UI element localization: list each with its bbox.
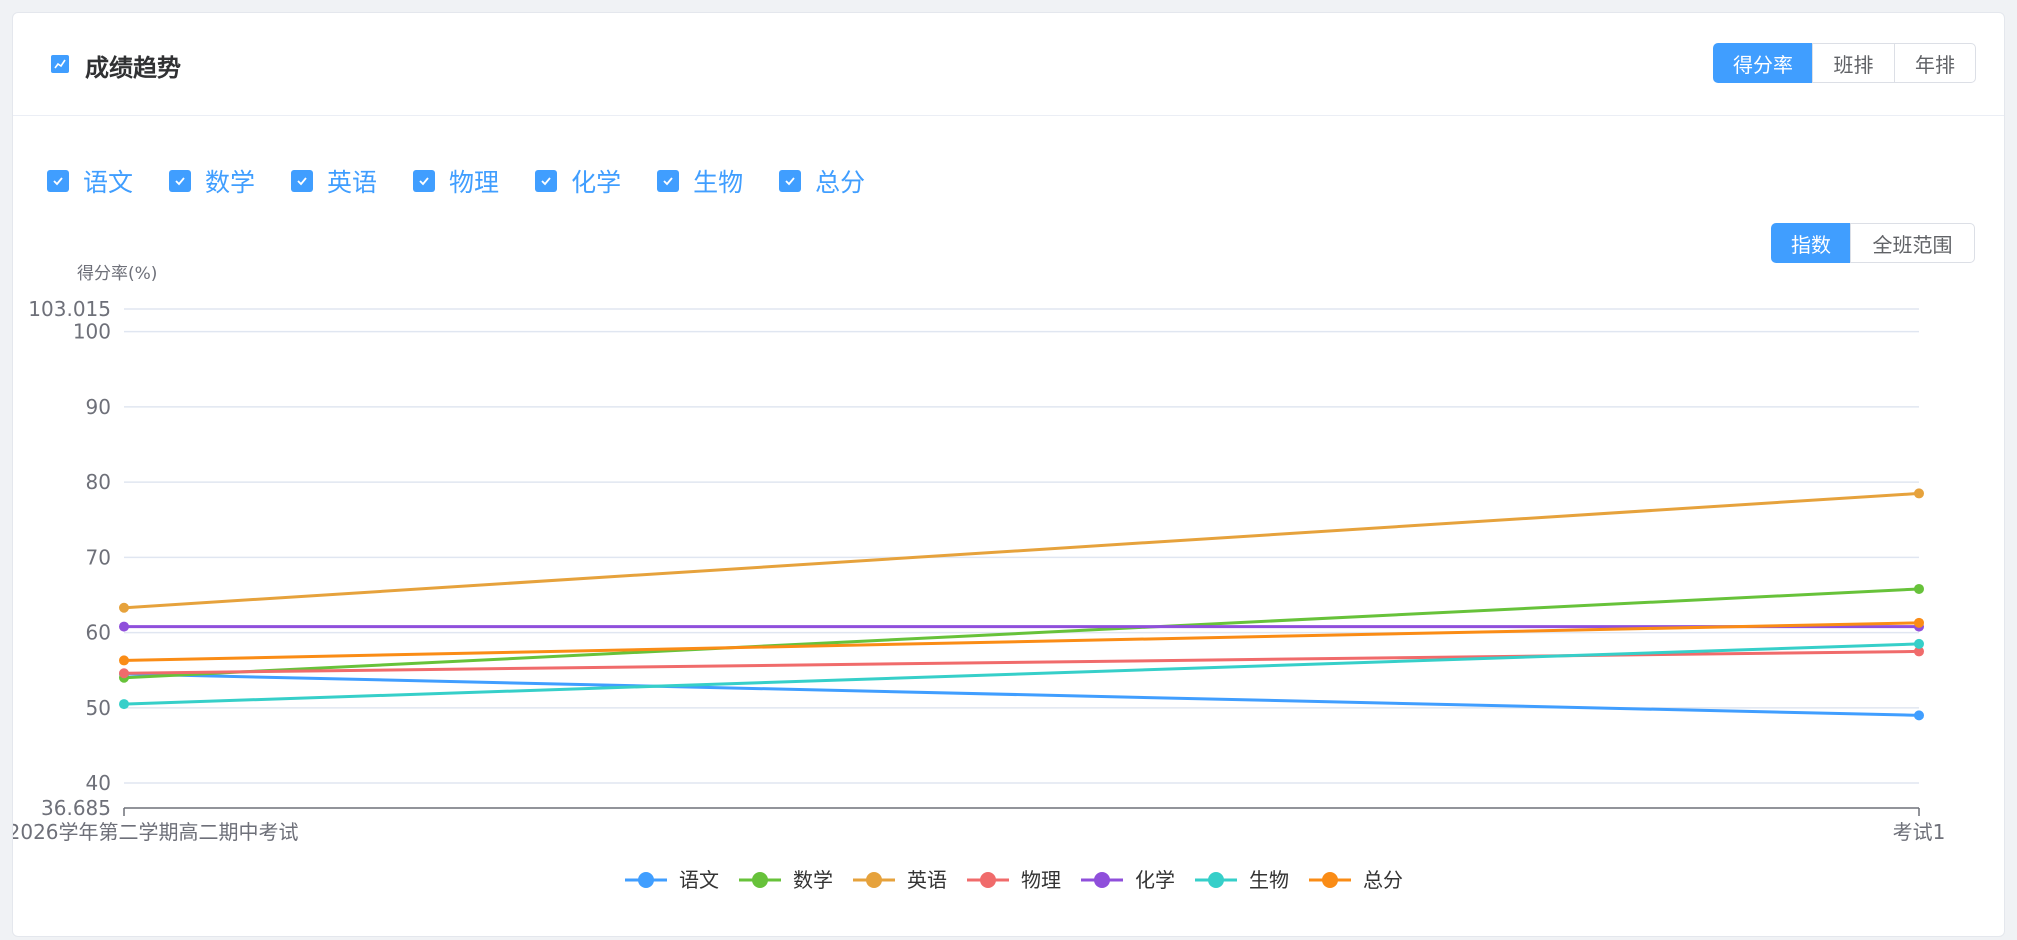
series-line bbox=[123, 491, 1920, 610]
y-tick-label: 103.015 bbox=[28, 297, 111, 321]
legend-item-label[interactable]: 物理 bbox=[1021, 868, 1061, 892]
y-tick-label: 70 bbox=[86, 545, 111, 569]
data-point[interactable] bbox=[119, 621, 129, 632]
y-axis-label: 得分率(%) bbox=[77, 264, 157, 284]
data-point[interactable] bbox=[1914, 583, 1924, 594]
legend-item-label[interactable]: 总分 bbox=[1363, 868, 1403, 892]
legend-swatch-dot[interactable] bbox=[638, 872, 654, 888]
legend-item-label[interactable]: 数学 bbox=[793, 868, 833, 892]
y-tick-label: 60 bbox=[86, 621, 111, 645]
legend-item-label[interactable]: 英语 bbox=[907, 868, 947, 892]
data-point[interactable] bbox=[119, 602, 129, 613]
legend-swatch-dot[interactable] bbox=[752, 872, 768, 888]
x-tick-label: 考试1 bbox=[1893, 820, 1946, 844]
data-point[interactable] bbox=[119, 668, 129, 679]
legend-swatch-dot[interactable] bbox=[866, 872, 882, 888]
data-point[interactable] bbox=[1914, 638, 1924, 649]
x-tick-label: 2025-2026学年第二学期高二期中考试 bbox=[13, 820, 299, 844]
legend-item-label[interactable]: 语文 bbox=[679, 868, 719, 892]
y-tick-label: 80 bbox=[86, 470, 111, 494]
data-point[interactable] bbox=[1914, 710, 1924, 721]
legend-item-label[interactable]: 化学 bbox=[1135, 868, 1175, 892]
data-point[interactable] bbox=[1914, 617, 1924, 628]
y-tick-label: 50 bbox=[86, 696, 111, 720]
series-line bbox=[123, 587, 1920, 680]
y-tick-label: 90 bbox=[86, 395, 111, 419]
legend-swatch-dot[interactable] bbox=[980, 872, 996, 888]
y-tick-label: 100 bbox=[73, 320, 111, 344]
data-point[interactable] bbox=[1914, 488, 1924, 499]
data-point[interactable] bbox=[119, 655, 129, 666]
legend-item-label[interactable]: 生物 bbox=[1249, 868, 1289, 892]
data-point[interactable] bbox=[119, 699, 129, 710]
score-trend-card: 成绩趋势 得分率 班排 年排 语文 数学 英语 物理 化学 生物 总分 指数 全… bbox=[12, 12, 2005, 937]
y-tick-label: 36.685 bbox=[41, 796, 111, 820]
legend-swatch-dot[interactable] bbox=[1208, 872, 1224, 888]
y-tick-label: 40 bbox=[86, 771, 111, 795]
trend-line-chart: 得分率(%) 103.015100 90 80 70 60 50 4036.6852025-2… bbox=[13, 264, 1946, 892]
legend-swatch-dot[interactable] bbox=[1094, 872, 1110, 888]
legend-swatch-dot[interactable] bbox=[1322, 872, 1338, 888]
